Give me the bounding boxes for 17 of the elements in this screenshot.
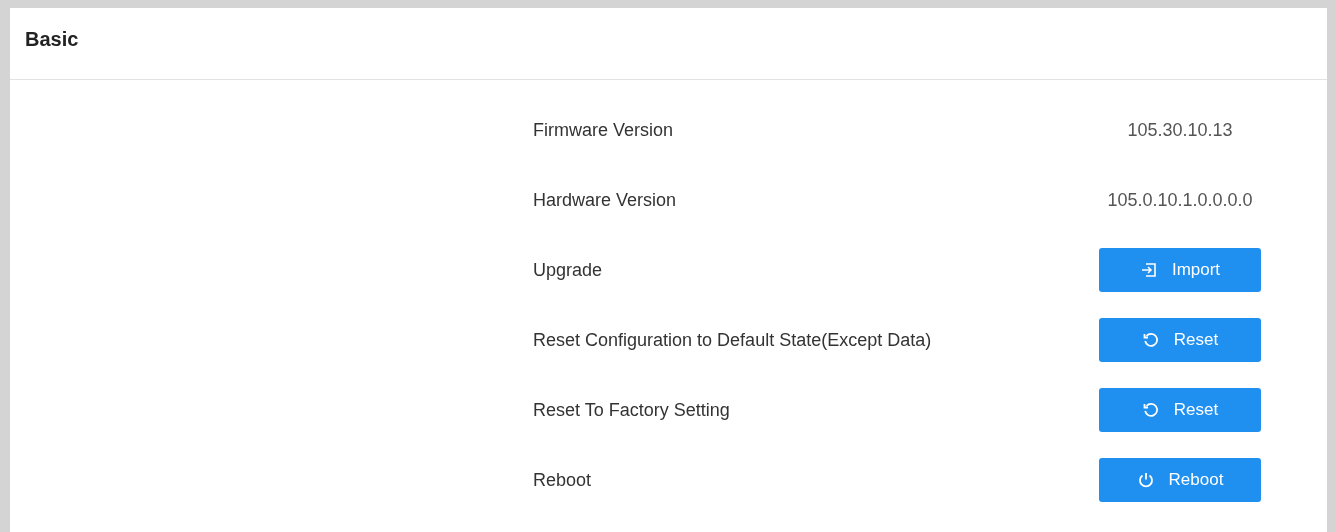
setting-label: Reset To Factory Setting — [533, 399, 731, 421]
reboot-button[interactable]: Reboot — [1099, 458, 1261, 502]
reset-button[interactable]: Reset — [1099, 318, 1261, 362]
reset-icon — [1141, 331, 1160, 349]
setting-value: 105.0.10.1.0.0.0.0 — [1106, 189, 1254, 211]
setting-label: Firmware Version — [533, 119, 675, 141]
setting-label: Reset Configuration to Default State(Except Data) — [533, 329, 933, 351]
power-icon — [1136, 471, 1155, 489]
panel-title: Basic — [25, 28, 79, 51]
setting-value: 105.30.10.13 — [1126, 119, 1234, 141]
reset-button[interactable]: Reset — [1099, 388, 1261, 432]
reset-icon — [1141, 401, 1160, 419]
setting-label: Upgrade — [533, 259, 604, 281]
import-icon — [1139, 261, 1158, 279]
setting-label: Hardware Version — [533, 189, 678, 211]
import-button[interactable]: Import — [1099, 248, 1261, 292]
setting-label: Reboot — [533, 469, 593, 491]
